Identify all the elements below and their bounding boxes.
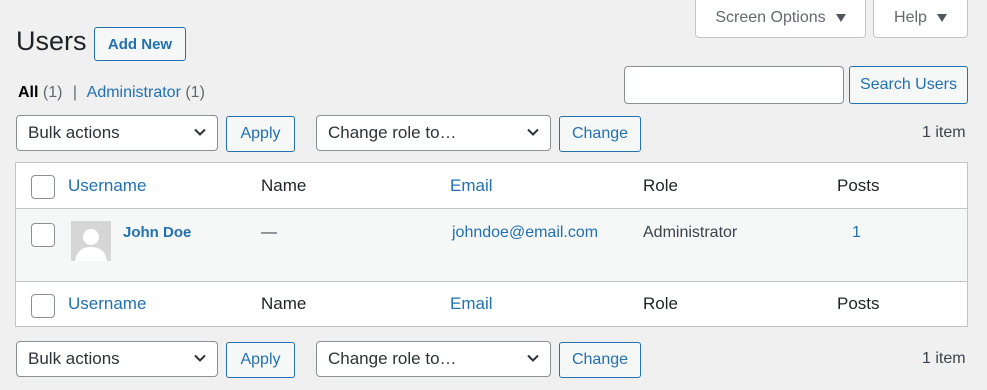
column-role: Role xyxy=(643,294,678,313)
user-username-link[interactable]: John Doe xyxy=(123,224,191,241)
column-posts: Posts xyxy=(837,176,880,195)
select-all-checkbox-footer[interactable] xyxy=(31,294,55,318)
bulk-actions-value: Bulk actions xyxy=(28,123,120,142)
table-row: John Doe — johndoe@email.com Administrat… xyxy=(16,209,967,281)
bulk-actions-value: Bulk actions xyxy=(28,349,120,368)
user-name: — xyxy=(261,224,277,241)
column-username[interactable]: Username xyxy=(68,176,146,196)
column-name: Name xyxy=(261,176,307,195)
chevron-down-icon xyxy=(527,354,539,362)
column-role: Role xyxy=(643,176,678,195)
filter-all-count: (1) xyxy=(42,84,63,101)
table-header-row: Username Name Email Role Posts xyxy=(16,163,967,209)
change-role-select-bottom[interactable]: Change role to… xyxy=(316,341,551,377)
page-title: Users xyxy=(16,26,87,56)
change-role-select[interactable]: Change role to… xyxy=(316,115,551,151)
change-button-bottom[interactable]: Change xyxy=(559,342,641,378)
bulk-actions-select[interactable]: Bulk actions xyxy=(16,115,218,151)
change-role-value: Change role to… xyxy=(328,123,457,142)
table-footer-row: Username Name Email Role Posts xyxy=(16,281,967,326)
caret-down-icon xyxy=(835,13,846,22)
column-email[interactable]: Email xyxy=(450,176,493,196)
screen-options-label: Screen Options xyxy=(715,8,826,26)
user-posts-link[interactable]: 1 xyxy=(852,224,861,242)
change-button[interactable]: Change xyxy=(559,116,641,152)
filter-separator: | xyxy=(72,84,78,101)
select-all-checkbox[interactable] xyxy=(31,175,55,199)
search-input[interactable] xyxy=(624,66,844,104)
avatar xyxy=(71,221,111,261)
filter-administrator[interactable]: Administrator xyxy=(87,84,181,101)
filter-admin-count: (1) xyxy=(185,84,205,101)
user-role: Administrator xyxy=(643,224,738,241)
user-email-link[interactable]: johndoe@email.com xyxy=(452,224,598,242)
search-users-button[interactable]: Search Users xyxy=(849,66,968,104)
column-name: Name xyxy=(261,294,307,313)
help-label: Help xyxy=(894,8,927,26)
apply-button[interactable]: Apply xyxy=(226,116,295,152)
users-table: Username Name Email Role Posts John Doe … xyxy=(15,162,968,327)
filter-all[interactable]: All xyxy=(18,84,38,101)
chevron-down-icon xyxy=(194,354,206,362)
role-filter-links: All (1) | Administrator (1) xyxy=(18,84,205,102)
caret-down-icon xyxy=(936,13,947,22)
apply-button-bottom[interactable]: Apply xyxy=(226,342,295,378)
row-checkbox[interactable] xyxy=(31,223,55,247)
change-role-value: Change role to… xyxy=(328,349,457,368)
column-email[interactable]: Email xyxy=(450,294,493,314)
column-posts: Posts xyxy=(837,294,880,313)
default-avatar-icon xyxy=(71,221,111,261)
add-new-button[interactable]: Add New xyxy=(94,27,186,61)
chevron-down-icon xyxy=(194,128,206,136)
bulk-actions-select-bottom[interactable]: Bulk actions xyxy=(16,341,218,377)
item-count-bottom: 1 item xyxy=(922,350,966,367)
chevron-down-icon xyxy=(527,128,539,136)
help-button[interactable]: Help xyxy=(873,0,968,38)
item-count: 1 item xyxy=(922,124,966,141)
screen-options-button[interactable]: Screen Options xyxy=(695,0,866,38)
column-username[interactable]: Username xyxy=(68,294,146,314)
